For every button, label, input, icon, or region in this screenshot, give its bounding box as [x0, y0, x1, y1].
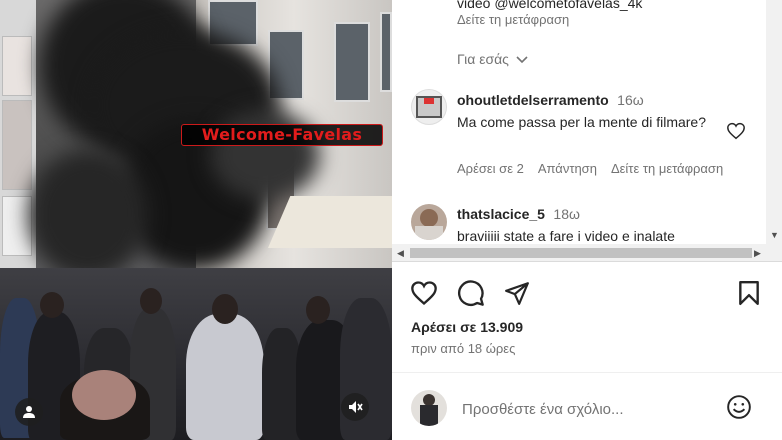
post-sidebar: video @welcometofavelas_4k Δείτε τη μετά… [392, 0, 782, 440]
comment-button[interactable] [456, 278, 486, 308]
avatar[interactable] [411, 89, 447, 125]
volume-muted-icon [349, 401, 363, 413]
comment-username[interactable]: ohoutletdelserramento [457, 92, 609, 108]
comment-likes[interactable]: Αρέσει σε 2 [457, 161, 524, 176]
comment-like-heart-icon[interactable] [726, 122, 746, 140]
comment-text: Ma come passa per la mente di filmare? [457, 114, 706, 130]
mute-button[interactable] [341, 393, 369, 421]
share-button[interactable] [502, 278, 532, 308]
smiley-icon [727, 395, 751, 419]
divider [392, 372, 782, 373]
video-crowd [0, 268, 392, 440]
comments-list[interactable]: video @welcometofavelas_4k Δείτε τη μετά… [392, 0, 766, 244]
post-likes-count[interactable]: Αρέσει σε 13.909 [411, 319, 523, 335]
comment-time[interactable]: 18ω [553, 206, 580, 222]
paper-plane-icon [505, 282, 529, 305]
scroll-down-arrow-icon[interactable]: ▼ [770, 230, 779, 240]
video-watermark: Welcome-Favelas [181, 124, 383, 146]
user-icon [23, 406, 35, 418]
post-timestamp[interactable]: πριν από 18 ώρες [411, 341, 515, 356]
emoji-button[interactable] [724, 392, 754, 422]
for-you-label: Για εσάς [457, 51, 509, 67]
scroll-right-arrow-icon[interactable]: ▶ [754, 248, 761, 258]
bookmark-icon [739, 280, 759, 306]
add-comment-input[interactable] [462, 398, 702, 420]
chevron-down-icon [516, 56, 528, 64]
comment-bubble-icon [458, 280, 484, 306]
comments-horizontal-scrollbar[interactable]: ◀ ▶ [392, 244, 782, 262]
scrollbar-thumb[interactable] [410, 248, 752, 258]
caption-text: video @welcometofavelas_4k [457, 0, 643, 11]
comment-reply-button[interactable]: Απάντηση [538, 161, 597, 176]
comment-username[interactable]: thatslacice_5 [457, 206, 545, 222]
tagged-users-button[interactable] [15, 398, 43, 426]
like-button[interactable] [409, 278, 439, 308]
save-button[interactable] [734, 278, 764, 308]
scroll-left-arrow-icon[interactable]: ◀ [397, 248, 404, 258]
comment-time[interactable]: 16ω [617, 92, 644, 108]
video-player[interactable]: Welcome-Favelas [0, 0, 392, 440]
caption-see-translation[interactable]: Δείτε τη μετάφραση [457, 12, 569, 27]
heart-icon [411, 281, 437, 306]
for-you-toggle[interactable]: Για εσάς [457, 50, 529, 68]
comment-text: braviiiii state a fare i video e inalate [457, 228, 675, 244]
comment-see-translation[interactable]: Δείτε τη μετάφραση [611, 161, 723, 176]
avatar[interactable] [411, 204, 447, 240]
current-user-avatar [411, 390, 447, 426]
comments-vertical-scrollbar[interactable]: ▼ [766, 0, 782, 244]
